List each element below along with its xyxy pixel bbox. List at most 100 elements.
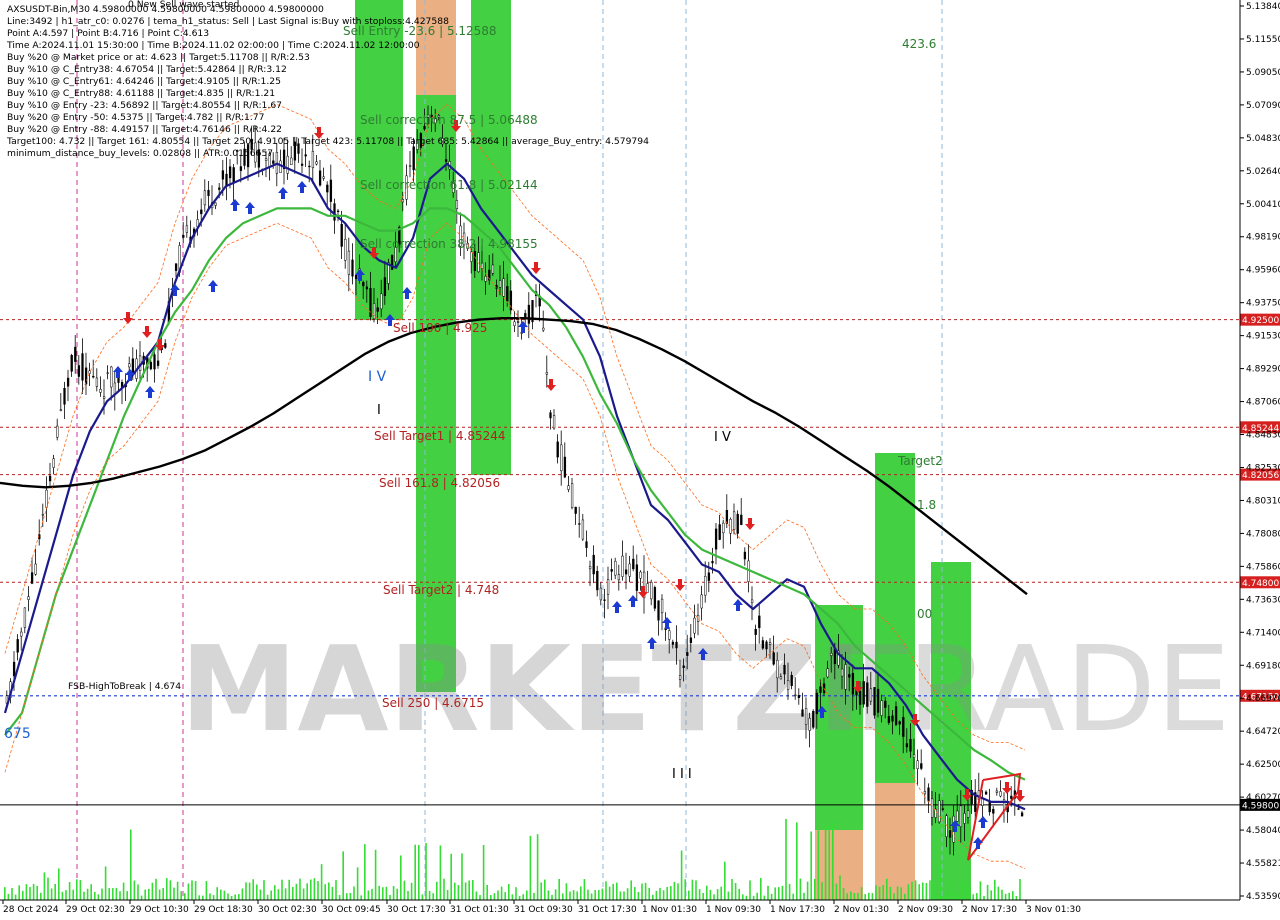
volume-bar [68, 882, 71, 900]
candle-body [351, 259, 354, 277]
volume-bar [688, 890, 690, 900]
candle-body [570, 483, 574, 508]
candle-body [923, 791, 927, 795]
volume-bar [1019, 878, 1021, 900]
buy-arrow-icon [518, 321, 528, 333]
candle-body [858, 690, 862, 705]
sell-arrow-icon [1002, 782, 1012, 794]
wave-status-text: 0 New Sell wave started [128, 0, 239, 10]
sell-arrow-icon [155, 339, 165, 351]
volume-bar [666, 887, 668, 900]
candle-body [59, 409, 63, 411]
volume-bar [428, 891, 431, 900]
volume-bar [310, 879, 312, 900]
volume-bar [104, 866, 107, 900]
x-tick-label: 28 Oct 2024 [3, 905, 59, 915]
volume-bar [180, 891, 182, 900]
candle-body [938, 800, 941, 823]
candle-body [963, 813, 966, 824]
volume-bar [918, 884, 920, 900]
y-tick-label: 5.11550 [1246, 35, 1280, 45]
candle-body [887, 716, 891, 723]
volume-bar [702, 892, 704, 900]
volume-bar [734, 882, 737, 900]
candle-body [365, 286, 369, 290]
volume-bar [828, 825, 830, 900]
candle-body [650, 582, 653, 600]
info-line-11: Target100: 4.732 || Target 161: 4.80554 … [6, 136, 649, 147]
candle-body [128, 363, 131, 368]
volume-bar [767, 885, 769, 900]
volume-bar [176, 881, 179, 900]
candle-body [639, 571, 642, 579]
x-tick-label: 1 Nov 01:30 [642, 905, 697, 915]
volume-bar [875, 885, 877, 900]
y-tick-label: 5.09050 [1246, 68, 1280, 78]
y-tick-label: 4.91530 [1246, 332, 1280, 342]
volume-bar [864, 894, 866, 900]
volume-bar [778, 887, 780, 900]
volume-bar [79, 880, 82, 900]
volume-bar [601, 888, 604, 900]
volume-bar [846, 893, 848, 900]
candle-body [628, 563, 631, 577]
candle-body [81, 353, 84, 381]
x-tick-label: 3 Nov 01:30 [1026, 905, 1081, 915]
volume-bar [943, 894, 946, 900]
volume-bar [475, 891, 478, 900]
volume-bar [479, 895, 481, 900]
volume-bar [360, 895, 362, 900]
volume-bar [677, 883, 679, 900]
candle-body [786, 680, 790, 690]
volume-bar [990, 890, 992, 900]
candle-body [750, 599, 754, 604]
volume-bar [209, 893, 211, 900]
candle-body [513, 321, 516, 326]
candle-body [412, 146, 415, 171]
volume-bar [1008, 892, 1010, 900]
candle-body [761, 640, 765, 649]
volume-bar [626, 888, 629, 900]
y-tick-label: 4.53590 [1246, 892, 1280, 902]
candle-body [12, 661, 16, 677]
volume-bar [637, 891, 640, 900]
volume-bar [320, 864, 323, 900]
volume-bar [194, 881, 197, 900]
candle-body [995, 790, 999, 793]
volume-bar [972, 894, 974, 900]
candle-body [524, 313, 527, 318]
y-tick-label: 4.66970 [1246, 694, 1280, 704]
volume-bar [162, 888, 164, 900]
chart-container: MARKETZI TRADE Sell 100 | 4.925 Sell Targ… [0, 0, 1280, 920]
volume-bar [774, 887, 776, 900]
price-chart[interactable]: MARKETZI TRADE Sell 100 | 4.925 Sell Targ… [0, 0, 1280, 920]
volume-bar [580, 886, 582, 900]
volume-bar [155, 878, 157, 900]
volume-bar [709, 889, 712, 900]
volume-bar [781, 885, 784, 900]
volume-bar [490, 895, 492, 900]
candle-body [164, 343, 167, 348]
volume-bar [389, 894, 391, 900]
buy-arrow-icon [612, 601, 622, 613]
candle-body [66, 377, 70, 387]
volume-bar [540, 882, 542, 900]
candle-body [704, 576, 707, 596]
volume-layer [4, 818, 1021, 900]
candle-body [372, 303, 376, 320]
volume-bar [576, 891, 578, 900]
volume-bar [511, 894, 514, 900]
volume-bar [788, 884, 791, 900]
volume-bar [803, 892, 805, 900]
candle-body [286, 155, 289, 174]
candle-body [844, 664, 847, 690]
level-label-1: Sell Target1 | 4.85244 [374, 429, 506, 443]
volume-bar [58, 868, 60, 900]
volume-bar [425, 842, 427, 900]
volume-bar [979, 881, 982, 900]
candle-body [491, 264, 495, 274]
volume-bar [130, 829, 132, 900]
y-tick-label: 4.71400 [1246, 628, 1280, 638]
volume-bar [760, 878, 762, 900]
candle-body [221, 170, 225, 180]
